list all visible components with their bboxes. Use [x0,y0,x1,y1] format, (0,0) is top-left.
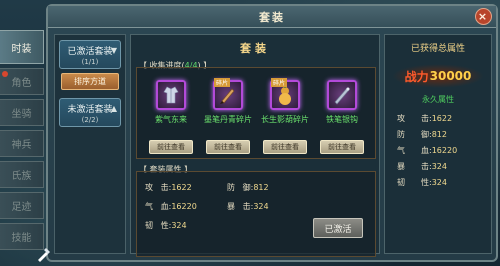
tab-label: 足迹 [11,202,32,213]
attr-key: 防 [397,130,405,139]
attr-value: 812 [431,130,447,139]
tab-label: 坐骑 [11,109,32,120]
item-collection: 紫气东来 碎片 墨笔丹青碎片 碎片 长生影葫碎片 铁笔银钩 前往查看 前往查看 … [136,67,376,159]
attr-value: 1622 [171,183,192,192]
attr-value: 324 [253,202,269,211]
set-item[interactable]: 碎片 墨笔丹青碎片 [200,78,256,125]
attr-row: 攻 击:1622 [397,113,491,124]
attr-key: 攻 [145,183,153,192]
power-label: 战力 [404,69,429,84]
set-item[interactable]: 紫气东来 [143,80,199,125]
tab-label: 氏族 [11,171,32,182]
pen-icon [327,80,357,110]
tab-clan[interactable]: 氏族 [0,161,44,188]
tab-label: 技能 [11,233,32,244]
tab-weapon[interactable]: 神兵 [0,130,44,157]
attr-value: 324 [431,162,447,171]
attr-sep: 御: [242,183,254,192]
not-activated-set-group[interactable]: 未激活套装 (2/2) ▲ [59,98,121,127]
attr-sep: 血: [160,202,172,211]
attr-sep: 性: [160,221,172,230]
sword-icon [36,246,52,262]
item-name: 长生影葫碎片 [261,115,309,124]
tab-role[interactable]: 角色 [0,68,44,95]
activated-button[interactable]: 已激活 [313,218,363,238]
attr-value: 324 [431,178,447,187]
power-value: 30000 [429,69,472,83]
group-count: (2/2) [81,116,99,124]
attr-sep: 御: [421,130,432,139]
attr-key: 气 [145,202,153,211]
item-name: 铁笔银钩 [326,115,358,124]
tab-label: 角色 [11,78,32,89]
permanent-attr-label: 永久属性 [422,95,454,104]
brush-icon: 碎片 [213,78,243,110]
window-title-bar: 套装 × [48,6,496,28]
attr-value: 16220 [431,146,458,155]
group-count: (1/1) [81,58,99,66]
tab-footprint[interactable]: 足迹 [0,192,44,219]
set-item[interactable]: 铁笔银钩 [314,80,370,125]
activated-set-group[interactable]: 已激活套装 (1/1) ▼ [59,40,121,69]
goto-view-button[interactable]: 前往查看 [263,140,307,154]
goto-view-button[interactable]: 前往查看 [149,140,193,154]
attr-key: 暴 [397,162,405,171]
window-title: 套装 [259,10,285,24]
attr-row: 韧 性:324 [397,177,491,188]
attr-row: 攻 击:1622 [145,182,192,193]
notification-dot [2,71,8,77]
attr-key: 暴 [227,202,235,211]
chevron-up-icon: ▲ [110,104,117,113]
close-button[interactable]: × [475,8,492,25]
gourd-icon: 碎片 [270,78,300,110]
attr-key: 气 [397,146,405,155]
attr-sep: 击: [160,183,172,192]
item-name: 紫气东来 [155,115,187,124]
attr-sep: 击: [242,202,254,211]
attr-sep: 击: [421,162,432,171]
attr-value: 812 [253,183,269,192]
set-attributes: 攻 击:1622 防 御:812 气 血:16220 暴 击:324 韧 性:3… [136,171,376,257]
set-window: 套装 × 已激活套装 (1/1) ▼ 排序方道 未激活套装 (2/2) ▲ 套装… [46,4,498,262]
total-attributes-panel: 已获得总属性 战力 30000 永久属性 攻击:1622 防御:812 气血:1… [384,34,492,254]
attr-key: 攻 [397,114,405,123]
combat-power: 战力 30000 [392,64,484,88]
attr-key: 防 [227,183,235,192]
fragment-tag: 碎片 [214,78,231,87]
attr-row: 暴 击:324 [397,161,491,172]
attr-sep: 击: [421,114,432,123]
attr-value: 1622 [431,114,453,123]
tab-mount[interactable]: 坐骑 [0,99,44,126]
sort-button[interactable]: 排序方道 [61,73,119,90]
goto-view-button[interactable]: 前往查看 [320,140,364,154]
item-name: 墨笔丹青碎片 [204,115,252,124]
set-detail-panel: 套装 【 收集进度(4/4) 】 紫气东来 碎片 墨笔丹青碎片 碎片 长生影葫碎… [130,34,380,257]
side-tab-bar: 时装 角色 坐骑 神兵 氏族 足迹 技能 [0,30,44,254]
attr-row: 气 血:16220 [145,201,197,212]
attr-row: 韧 性:324 [145,220,187,231]
total-attr-title: 已获得总属性 [410,44,465,54]
attr-row: 气 血:16220 [397,145,491,156]
set-list: 已激活套装 (1/1) ▼ 排序方道 未激活套装 (2/2) ▲ [54,34,126,254]
attr-value: 16220 [171,202,197,211]
goto-view-button[interactable]: 前往查看 [206,140,250,154]
attr-sep: 血: [421,146,432,155]
attr-row: 防 御:812 [397,129,491,140]
attr-row: 暴 击:324 [227,201,269,212]
fragment-tag: 碎片 [271,78,288,87]
attr-value: 324 [171,221,187,230]
tab-fashion[interactable]: 时装 [0,30,44,64]
panel-title: 套装 [240,42,270,55]
attr-row: 防 御:812 [227,182,269,193]
chevron-down-icon: ▼ [110,46,117,55]
robe-icon [156,80,186,110]
attr-sep: 性: [421,178,432,187]
set-item[interactable]: 碎片 长生影葫碎片 [257,78,313,125]
total-attr-list: 攻击:1622 防御:812 气血:16220 暴击:324 韧性:324 [397,113,491,188]
attr-key: 韧 [145,221,153,230]
attr-key: 韧 [397,178,405,187]
tab-label: 神兵 [11,140,32,151]
tab-label: 时装 [11,43,32,55]
